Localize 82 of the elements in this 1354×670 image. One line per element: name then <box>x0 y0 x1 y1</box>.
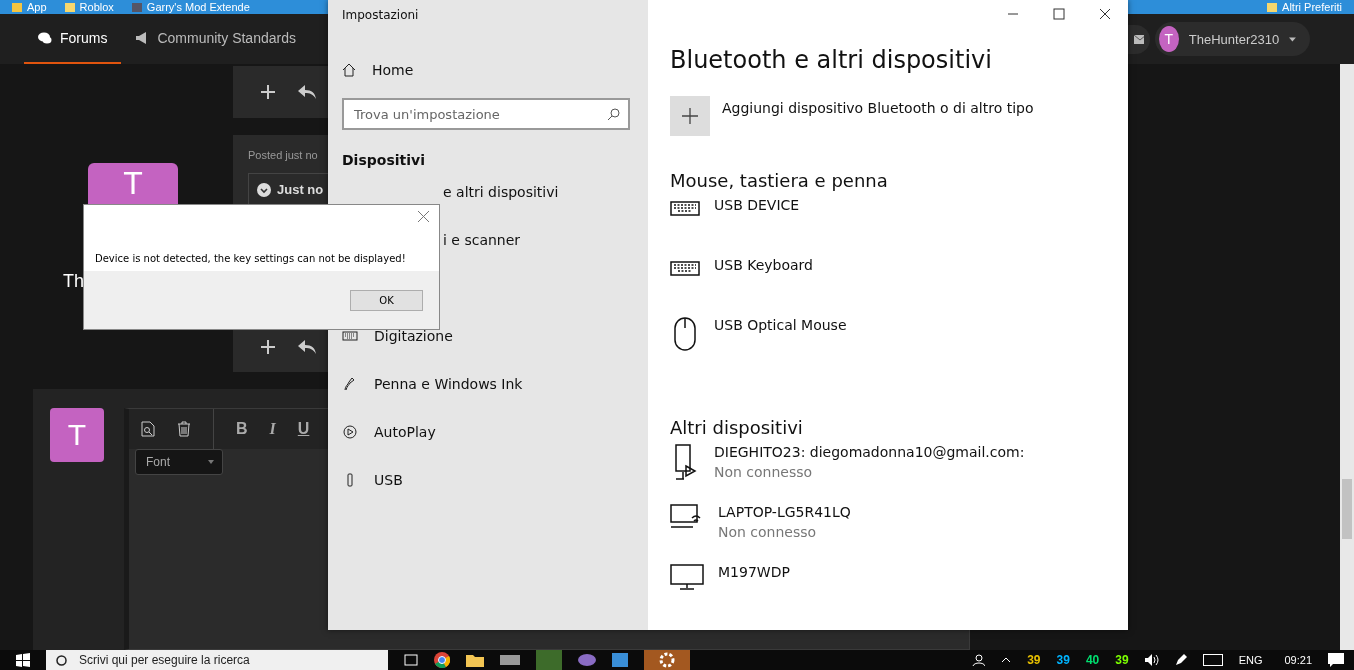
mail-button[interactable] <box>1128 24 1150 54</box>
language-indicator[interactable]: ENG <box>1238 654 1263 666</box>
group-heading: Mouse, tastiera e penna <box>670 170 889 191</box>
app-icon[interactable] <box>578 653 596 667</box>
ok-button[interactable]: OK <box>350 289 423 311</box>
font-dropdown[interactable]: Font <box>135 449 223 475</box>
volume-icon[interactable] <box>1144 654 1159 666</box>
temperature-reading: 39 <box>1056 653 1070 667</box>
trash-icon[interactable] <box>177 421 191 437</box>
format-button[interactable]: B <box>236 420 248 438</box>
scrollbar[interactable] <box>1340 64 1354 650</box>
chevron-icon <box>257 182 271 197</box>
reply-icon[interactable] <box>298 340 316 354</box>
bookmark-icon <box>12 2 22 12</box>
nav-item[interactable]: USB <box>342 456 648 504</box>
error-message: Device is not detected, the key settings can not be displayed! <box>94 252 407 266</box>
bookmark-link[interactable]: Roblox <box>79 1 114 13</box>
preview-icon[interactable] <box>141 421 155 437</box>
monitor-icon <box>670 564 704 590</box>
nav-item[interactable]: Digitazione <box>342 312 648 360</box>
device-name[interactable]: USB Keyboard <box>714 257 813 273</box>
bookmark-icon <box>131 2 142 12</box>
page-title: Bluetooth e altri dispositivi <box>670 46 993 74</box>
search-icon <box>56 654 67 666</box>
plus-icon[interactable] <box>260 339 276 355</box>
search-field[interactable]: Scrivi qui per eseguire la ricerca <box>46 650 388 670</box>
window-title: Impostazioni <box>342 8 420 22</box>
group-heading: Altri dispositivi <box>670 417 804 438</box>
windows-icon[interactable] <box>16 653 30 667</box>
plus-icon[interactable] <box>260 84 276 100</box>
device-name[interactable]: USB DEVICE <box>714 197 800 213</box>
caret-icon <box>1289 36 1296 42</box>
add-device-label[interactable]: Aggiungi dispositivo Bluetooth o di altro tipo <box>722 100 1034 116</box>
bookmark-link[interactable]: App <box>27 1 47 13</box>
temperature-reading: 39 <box>1027 653 1041 667</box>
format-button[interactable]: U <box>297 420 310 438</box>
keyboard-icon[interactable] <box>1202 654 1223 666</box>
nav-item[interactable]: Home <box>342 58 648 82</box>
caret-icon <box>208 460 214 464</box>
autoplay-icon <box>342 424 358 440</box>
bookmark-link[interactable]: Garry's Mod Extende <box>146 1 250 13</box>
add-device-button[interactable] <box>670 96 710 136</box>
author-name[interactable]: Th <box>63 271 84 292</box>
reply-icon[interactable] <box>298 85 316 99</box>
bookmark-link[interactable]: Altri Preferiti <box>1282 1 1342 13</box>
device-name[interactable]: M197WDP <box>718 564 790 580</box>
folder-icon <box>1267 2 1278 12</box>
clock[interactable]: 09:21 <box>1284 654 1312 666</box>
folder-icon[interactable] <box>466 653 484 667</box>
search-icon <box>607 107 620 121</box>
close-button[interactable] <box>1099 8 1111 20</box>
device-status: Non connesso <box>718 524 818 540</box>
temperature-reading: 39 <box>1115 653 1129 667</box>
notification-icon[interactable] <box>1328 653 1344 667</box>
device-name[interactable]: DIEGHITO23: diegomadonna10@gmail.com: <box>714 444 1025 460</box>
format-button[interactable]: I <box>269 420 276 438</box>
nav-tab[interactable]: Forums <box>24 14 122 64</box>
temperature-reading: 40 <box>1085 653 1100 667</box>
post-date: Posted just no <box>248 149 318 161</box>
user-menu[interactable]: T TheHunter2310 <box>1155 22 1310 56</box>
nav-item[interactable]: AutoPlay <box>342 408 648 456</box>
maximize-button[interactable] <box>1053 8 1065 20</box>
nav-item[interactable]: Penna e Windows Ink <box>342 360 648 408</box>
search-field[interactable]: Trova un'impostazione <box>342 98 630 130</box>
nav-tab[interactable]: Community Standards <box>121 14 310 64</box>
people-icon[interactable] <box>971 654 986 666</box>
device-name[interactable]: LAPTOP-LG5R41LQ <box>718 504 851 520</box>
section-heading: Dispositivi <box>342 152 426 168</box>
bookmark-icon <box>64 2 75 12</box>
chrome-icon[interactable] <box>434 652 450 668</box>
home-icon <box>342 63 356 77</box>
chevron-up-icon[interactable] <box>1001 657 1012 663</box>
device-status: Non connesso <box>714 464 814 480</box>
avatar: T <box>50 408 104 462</box>
gear-icon[interactable] <box>644 650 690 670</box>
pen-icon[interactable] <box>1174 654 1187 666</box>
chat-icon <box>38 32 52 44</box>
keyboard-icon <box>342 328 358 344</box>
plus-icon <box>681 107 699 125</box>
device-name[interactable]: USB Optical Mouse <box>714 317 847 333</box>
mail-icon <box>1134 34 1144 44</box>
task-view-icon[interactable] <box>404 654 418 666</box>
